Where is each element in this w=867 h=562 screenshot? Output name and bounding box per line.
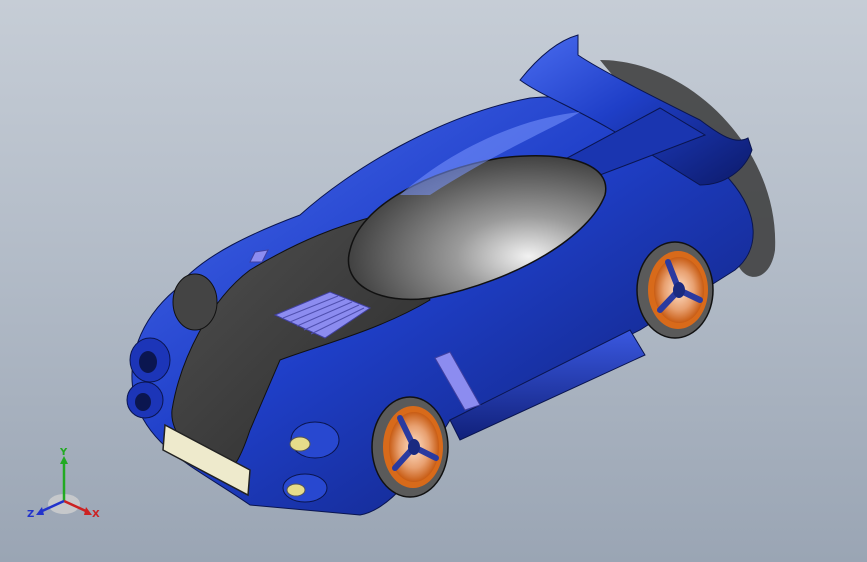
- x-axis-label: X: [92, 509, 100, 520]
- headlight-right-lens: [289, 436, 311, 452]
- intake-left-inner: [135, 393, 151, 411]
- z-axis-arrow: [36, 507, 44, 515]
- tire-front-left[interactable]: [172, 273, 218, 331]
- wheel-rear-right[interactable]: [636, 241, 714, 339]
- axis-triad[interactable]: Y X Z: [22, 446, 106, 526]
- headlight-left-inner: [139, 351, 157, 373]
- y-axis-label: Y: [59, 447, 68, 458]
- z-axis-label: Z: [27, 509, 34, 520]
- graphics-viewport[interactable]: Y X Z: [0, 0, 867, 562]
- wheel-front-right[interactable]: [371, 396, 449, 498]
- car-model[interactable]: [0, 0, 867, 562]
- intake-right-lens: [286, 483, 306, 497]
- x-axis-arrow: [84, 507, 92, 515]
